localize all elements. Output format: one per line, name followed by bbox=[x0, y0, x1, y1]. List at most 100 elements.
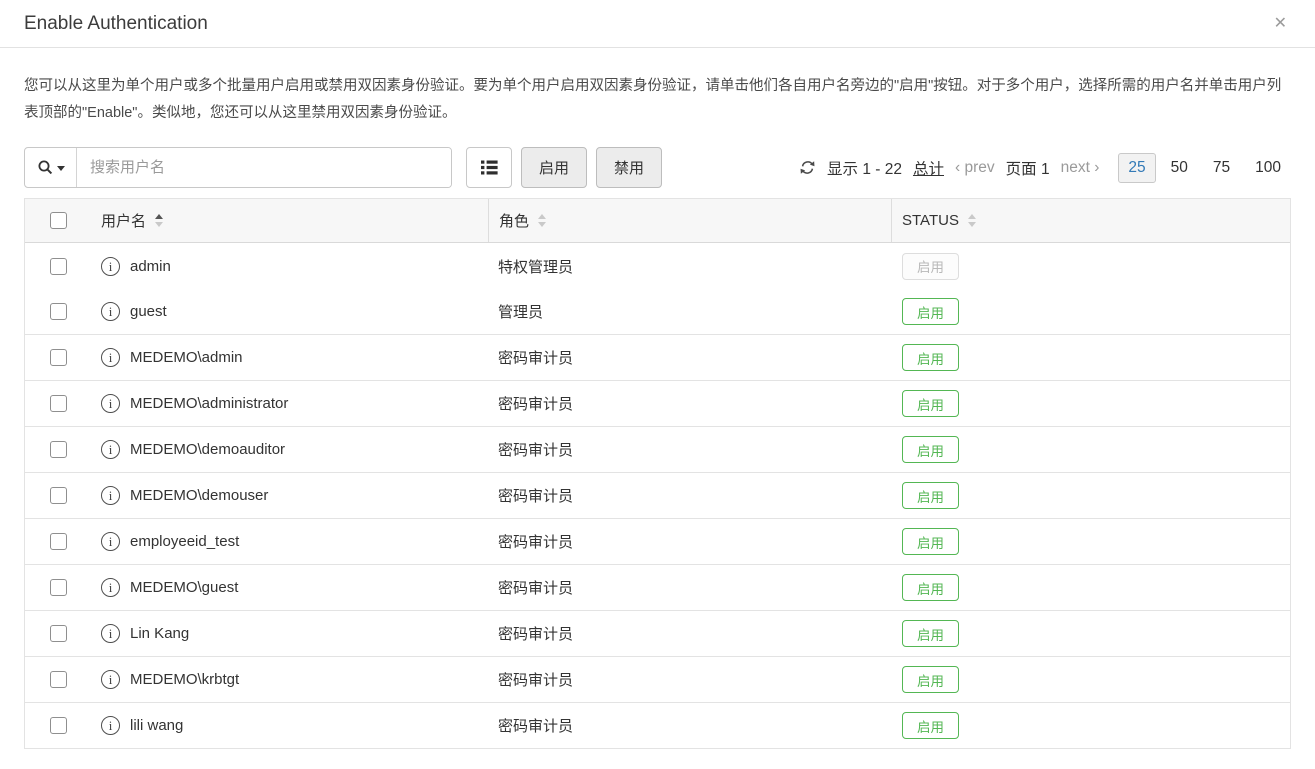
username: MEDEMO\krbtgt bbox=[130, 671, 240, 688]
row-checkbox[interactable] bbox=[49, 349, 67, 366]
username: MEDEMO\admin bbox=[130, 349, 243, 366]
info-icon[interactable]: i bbox=[101, 578, 120, 597]
table-row: i guest 管理员 启用 bbox=[25, 289, 1290, 335]
caret-down-icon bbox=[56, 166, 65, 171]
enable-user-button[interactable]: 启用 bbox=[902, 574, 959, 601]
row-checkbox[interactable] bbox=[49, 441, 67, 458]
pagination: 显示 1 - 22 总计 ‹ prev 页面 1 next › 25 50 75 10… bbox=[799, 152, 1291, 183]
enable-user-button[interactable]: 启用 bbox=[902, 298, 959, 325]
page-size-option[interactable]: 50 bbox=[1161, 153, 1198, 183]
username: guest bbox=[130, 303, 167, 320]
username-cell: i guest bbox=[91, 302, 488, 321]
page-size-option[interactable]: 75 bbox=[1203, 153, 1240, 183]
enable-user-button[interactable]: 启用 bbox=[902, 482, 959, 509]
prev-button[interactable]: ‹ prev bbox=[955, 159, 995, 177]
user-role: 密码审计员 bbox=[498, 672, 574, 689]
row-checkbox-cell bbox=[25, 625, 91, 642]
disable-button[interactable]: 禁用 bbox=[596, 147, 663, 188]
username-cell: i Lin Kang bbox=[91, 624, 488, 643]
info-icon[interactable]: i bbox=[101, 532, 120, 551]
search-filter-dropdown[interactable] bbox=[25, 148, 77, 187]
status-cell: 启用 bbox=[891, 344, 1290, 371]
username-cell: i MEDEMO\guest bbox=[91, 578, 488, 597]
info-icon[interactable]: i bbox=[101, 394, 120, 413]
table-header: 用户名 角色 STATUS bbox=[25, 199, 1290, 243]
user-role: 密码审计员 bbox=[498, 396, 574, 413]
row-checkbox[interactable] bbox=[49, 257, 67, 275]
info-icon[interactable]: i bbox=[101, 486, 120, 505]
search-input[interactable] bbox=[77, 148, 451, 187]
info-icon[interactable]: i bbox=[101, 624, 120, 643]
search-icon bbox=[38, 160, 52, 175]
enable-button[interactable]: 启用 bbox=[521, 147, 588, 188]
enable-authentication-dialog: Enable Authentication ✕ 您可以从这里为单个用户或多个批量… bbox=[0, 0, 1315, 749]
enable-user-button: 启用 bbox=[902, 252, 959, 280]
enable-user-button[interactable]: 启用 bbox=[902, 620, 959, 647]
row-checkbox[interactable] bbox=[49, 303, 67, 320]
table-row: i MEDEMO\guest 密码审计员 启用 bbox=[25, 565, 1290, 611]
enable-user-button[interactable]: 启用 bbox=[902, 436, 959, 463]
status-cell: 启用 bbox=[891, 298, 1290, 325]
column-header-status[interactable]: STATUS bbox=[891, 199, 1290, 242]
row-checkbox[interactable] bbox=[49, 625, 67, 642]
row-checkbox-cell bbox=[25, 349, 91, 366]
close-icon[interactable]: ✕ bbox=[1270, 12, 1291, 36]
username-cell: i lili wang bbox=[91, 716, 488, 735]
status-cell: 启用 bbox=[891, 390, 1290, 417]
row-checkbox[interactable] bbox=[49, 579, 67, 596]
status-cell: 启用 bbox=[891, 620, 1290, 647]
user-role: 密码审计员 bbox=[498, 488, 574, 505]
page-size-option[interactable]: 25 bbox=[1118, 152, 1156, 183]
row-checkbox[interactable] bbox=[49, 533, 67, 550]
row-checkbox-cell bbox=[25, 717, 91, 734]
row-checkbox[interactable] bbox=[49, 671, 67, 688]
enable-user-button[interactable]: 启用 bbox=[902, 666, 959, 693]
info-icon[interactable]: i bbox=[101, 256, 120, 276]
page-size-option[interactable]: 100 bbox=[1245, 153, 1291, 183]
chevron-left-icon: ‹ bbox=[955, 158, 961, 176]
enable-user-button[interactable]: 启用 bbox=[902, 528, 959, 555]
status-cell: 启用 bbox=[891, 574, 1290, 601]
info-icon[interactable]: i bbox=[101, 440, 120, 459]
status-cell: 启用 bbox=[891, 528, 1290, 555]
row-checkbox-cell bbox=[25, 395, 91, 412]
table-row: i MEDEMO\demouser 密码审计员 启用 bbox=[25, 473, 1290, 519]
user-role: 密码审计员 bbox=[498, 534, 574, 551]
page-size-selector: 25 50 75 100 bbox=[1118, 152, 1291, 183]
info-icon[interactable]: i bbox=[101, 302, 120, 321]
search-control bbox=[24, 147, 452, 188]
info-icon[interactable]: i bbox=[101, 348, 120, 367]
toolbar: 启用 禁用 显示 1 - 22 总计 ‹ prev 页面 1 next › bbox=[24, 147, 1291, 188]
enable-user-button[interactable]: 启用 bbox=[902, 712, 959, 739]
row-checkbox-cell bbox=[25, 487, 91, 504]
row-checkbox[interactable] bbox=[49, 717, 67, 734]
row-checkbox-cell bbox=[25, 441, 91, 458]
row-checkbox-cell bbox=[25, 671, 91, 688]
sort-icon bbox=[155, 214, 164, 227]
table-body: i admin 特权管理员 启用 i guest 管理员 启用 i MEDEMO\admin 密码审… bbox=[25, 243, 1290, 749]
user-role: 密码审计员 bbox=[498, 626, 574, 643]
users-table: 用户名 角色 STATUS i admin 特权管理员 启用 i guest 管理员 启用 i M… bbox=[24, 198, 1291, 749]
user-role: 密码审计员 bbox=[498, 718, 574, 735]
row-checkbox-cell bbox=[25, 257, 91, 275]
column-list-button[interactable] bbox=[466, 147, 512, 188]
username: MEDEMO\demouser bbox=[130, 487, 269, 504]
table-row: i employeeid_test 密码审计员 启用 bbox=[25, 519, 1290, 565]
user-role: 密码审计员 bbox=[498, 442, 574, 459]
info-icon[interactable]: i bbox=[101, 716, 120, 735]
select-all-checkbox[interactable] bbox=[49, 212, 67, 229]
refresh-icon[interactable] bbox=[799, 159, 816, 176]
info-icon[interactable]: i bbox=[101, 670, 120, 689]
status-cell: 启用 bbox=[891, 712, 1290, 739]
row-checkbox[interactable] bbox=[49, 487, 67, 504]
column-header-username[interactable]: 用户名 bbox=[91, 199, 488, 242]
enable-user-button[interactable]: 启用 bbox=[902, 390, 959, 417]
list-icon bbox=[480, 160, 498, 175]
enable-user-button[interactable]: 启用 bbox=[902, 344, 959, 371]
row-checkbox[interactable] bbox=[49, 395, 67, 412]
status-cell: 启用 bbox=[891, 252, 1290, 280]
next-button[interactable]: next › bbox=[1061, 159, 1100, 177]
pagination-summary: 显示 1 - 22 bbox=[827, 160, 902, 178]
total-link[interactable]: 总计 bbox=[913, 157, 944, 179]
column-header-role[interactable]: 角色 bbox=[488, 199, 891, 242]
